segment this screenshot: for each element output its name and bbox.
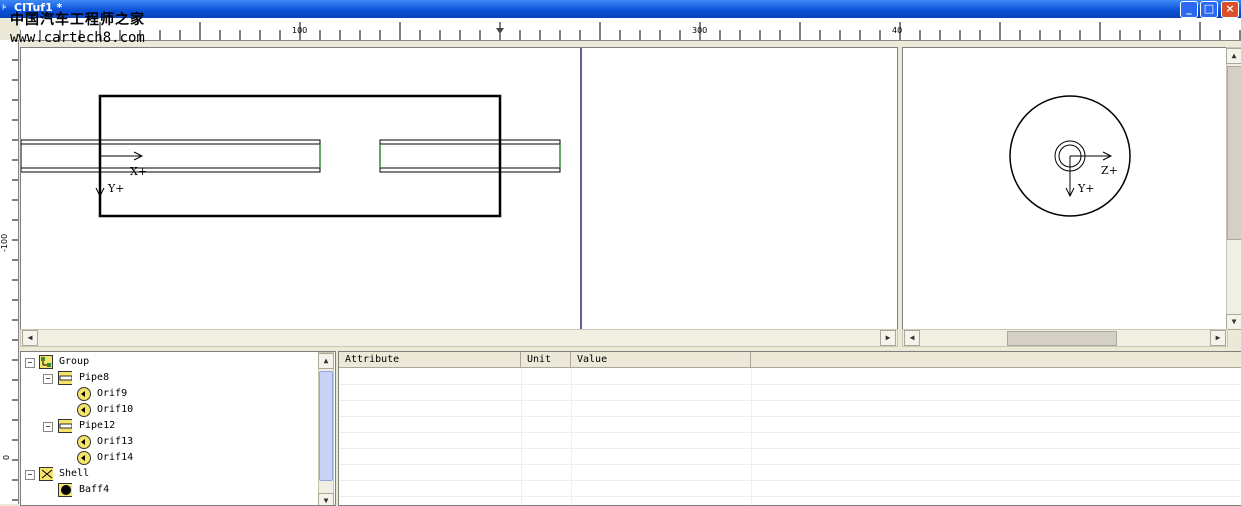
column-header-unit[interactable]: Unit — [521, 352, 571, 368]
end-scroll-left-button[interactable]: ◀ — [904, 330, 920, 346]
watermark-text: 中国汽车工程师之家 — [10, 12, 145, 28]
scroll-left-button[interactable]: ◀ — [22, 330, 38, 346]
tree-item-label: Orif9 — [97, 388, 128, 399]
expander-icon[interactable]: − — [43, 374, 53, 384]
tree-item-label: Baff4 — [79, 484, 110, 495]
attribute-grid[interactable]: Attribute Unit Value — [338, 351, 1241, 506]
tree-scroll-thumb[interactable] — [319, 371, 333, 481]
tree-item-label: Shell — [59, 468, 90, 479]
minimize-button[interactable]: _ — [1180, 1, 1198, 18]
tree-item-label: Orif10 — [97, 404, 134, 415]
tree-item-label: Orif14 — [97, 452, 134, 463]
z-axis-label: Z+ — [1101, 164, 1118, 177]
side-view-hscrollbar[interactable]: ◀ ▶ — [20, 329, 898, 347]
vertical-ruler: -100 0 — [0, 40, 19, 504]
shell-outline — [98, 94, 502, 218]
ruler-label-100: 100 — [292, 26, 308, 35]
tree-item-label: Pipe12 — [79, 420, 116, 431]
side-view-canvas[interactable]: X+ Y+ — [20, 47, 898, 330]
ruler-label-400: 40 — [892, 26, 903, 35]
pipe-icon — [58, 371, 72, 385]
horizontal-ruler: 100 300 40 — [20, 18, 1241, 41]
ruler-label-0: 0 — [2, 454, 11, 460]
orifice-icon — [77, 451, 91, 465]
tree-vscrollbar[interactable]: ▲ ▼ — [318, 352, 334, 505]
model-tree[interactable]: − Group − Pipe8 Orif9 Orif10 − Pipe12 Or… — [20, 351, 336, 506]
pipe-right — [379, 139, 561, 173]
baffle-icon — [58, 483, 72, 497]
scroll-down-button[interactable]: ▼ — [1226, 314, 1241, 330]
end-view-hscrollbar[interactable]: ◀ ▶ — [902, 329, 1228, 347]
orifice-icon — [77, 435, 91, 449]
column-header-filler — [751, 352, 1241, 368]
close-button[interactable]: × — [1221, 1, 1239, 18]
end-scroll-right-button[interactable]: ▶ — [1210, 330, 1226, 346]
tree-scroll-down-button[interactable]: ▼ — [318, 493, 334, 505]
column-header-attribute[interactable]: Attribute — [339, 352, 521, 368]
scroll-thumb[interactable] — [1227, 66, 1241, 240]
expander-icon[interactable]: − — [25, 358, 35, 368]
tree-item-label: Group — [59, 356, 90, 367]
pipe-icon — [58, 419, 72, 433]
scroll-up-button[interactable]: ▲ — [1226, 48, 1241, 64]
y-axis-label: Y+ — [108, 182, 125, 195]
tree-item-label: Pipe8 — [79, 372, 110, 383]
maximize-button[interactable]: □ — [1200, 1, 1218, 18]
ruler-label-300: 300 — [692, 26, 708, 35]
ruler-label-minus-100: -100 — [0, 233, 9, 252]
tree-scroll-up-button[interactable]: ▲ — [318, 353, 334, 369]
expander-icon[interactable]: − — [43, 422, 53, 432]
end-view-vscrollbar[interactable]: ▲ ▼ — [1226, 47, 1241, 330]
group-icon — [39, 355, 53, 369]
watermark-url: www.cartech8.com — [10, 30, 145, 46]
end-view-canvas[interactable]: Z+ Y+ — [902, 47, 1228, 330]
x-axis-label: X+ — [130, 165, 148, 178]
end-hscroll-thumb[interactable] — [1007, 331, 1117, 346]
pipe-left — [21, 139, 321, 173]
shell-icon — [39, 467, 53, 481]
end-y-axis-label: Y+ — [1078, 182, 1095, 195]
scroll-right-button[interactable]: ▶ — [880, 330, 896, 346]
column-header-value[interactable]: Value — [571, 352, 751, 368]
title-bar — [0, 0, 1241, 18]
orifice-icon — [77, 387, 91, 401]
tree-item-label: Orif13 — [97, 436, 134, 447]
expander-icon[interactable]: − — [25, 470, 35, 480]
orifice-icon — [77, 403, 91, 417]
